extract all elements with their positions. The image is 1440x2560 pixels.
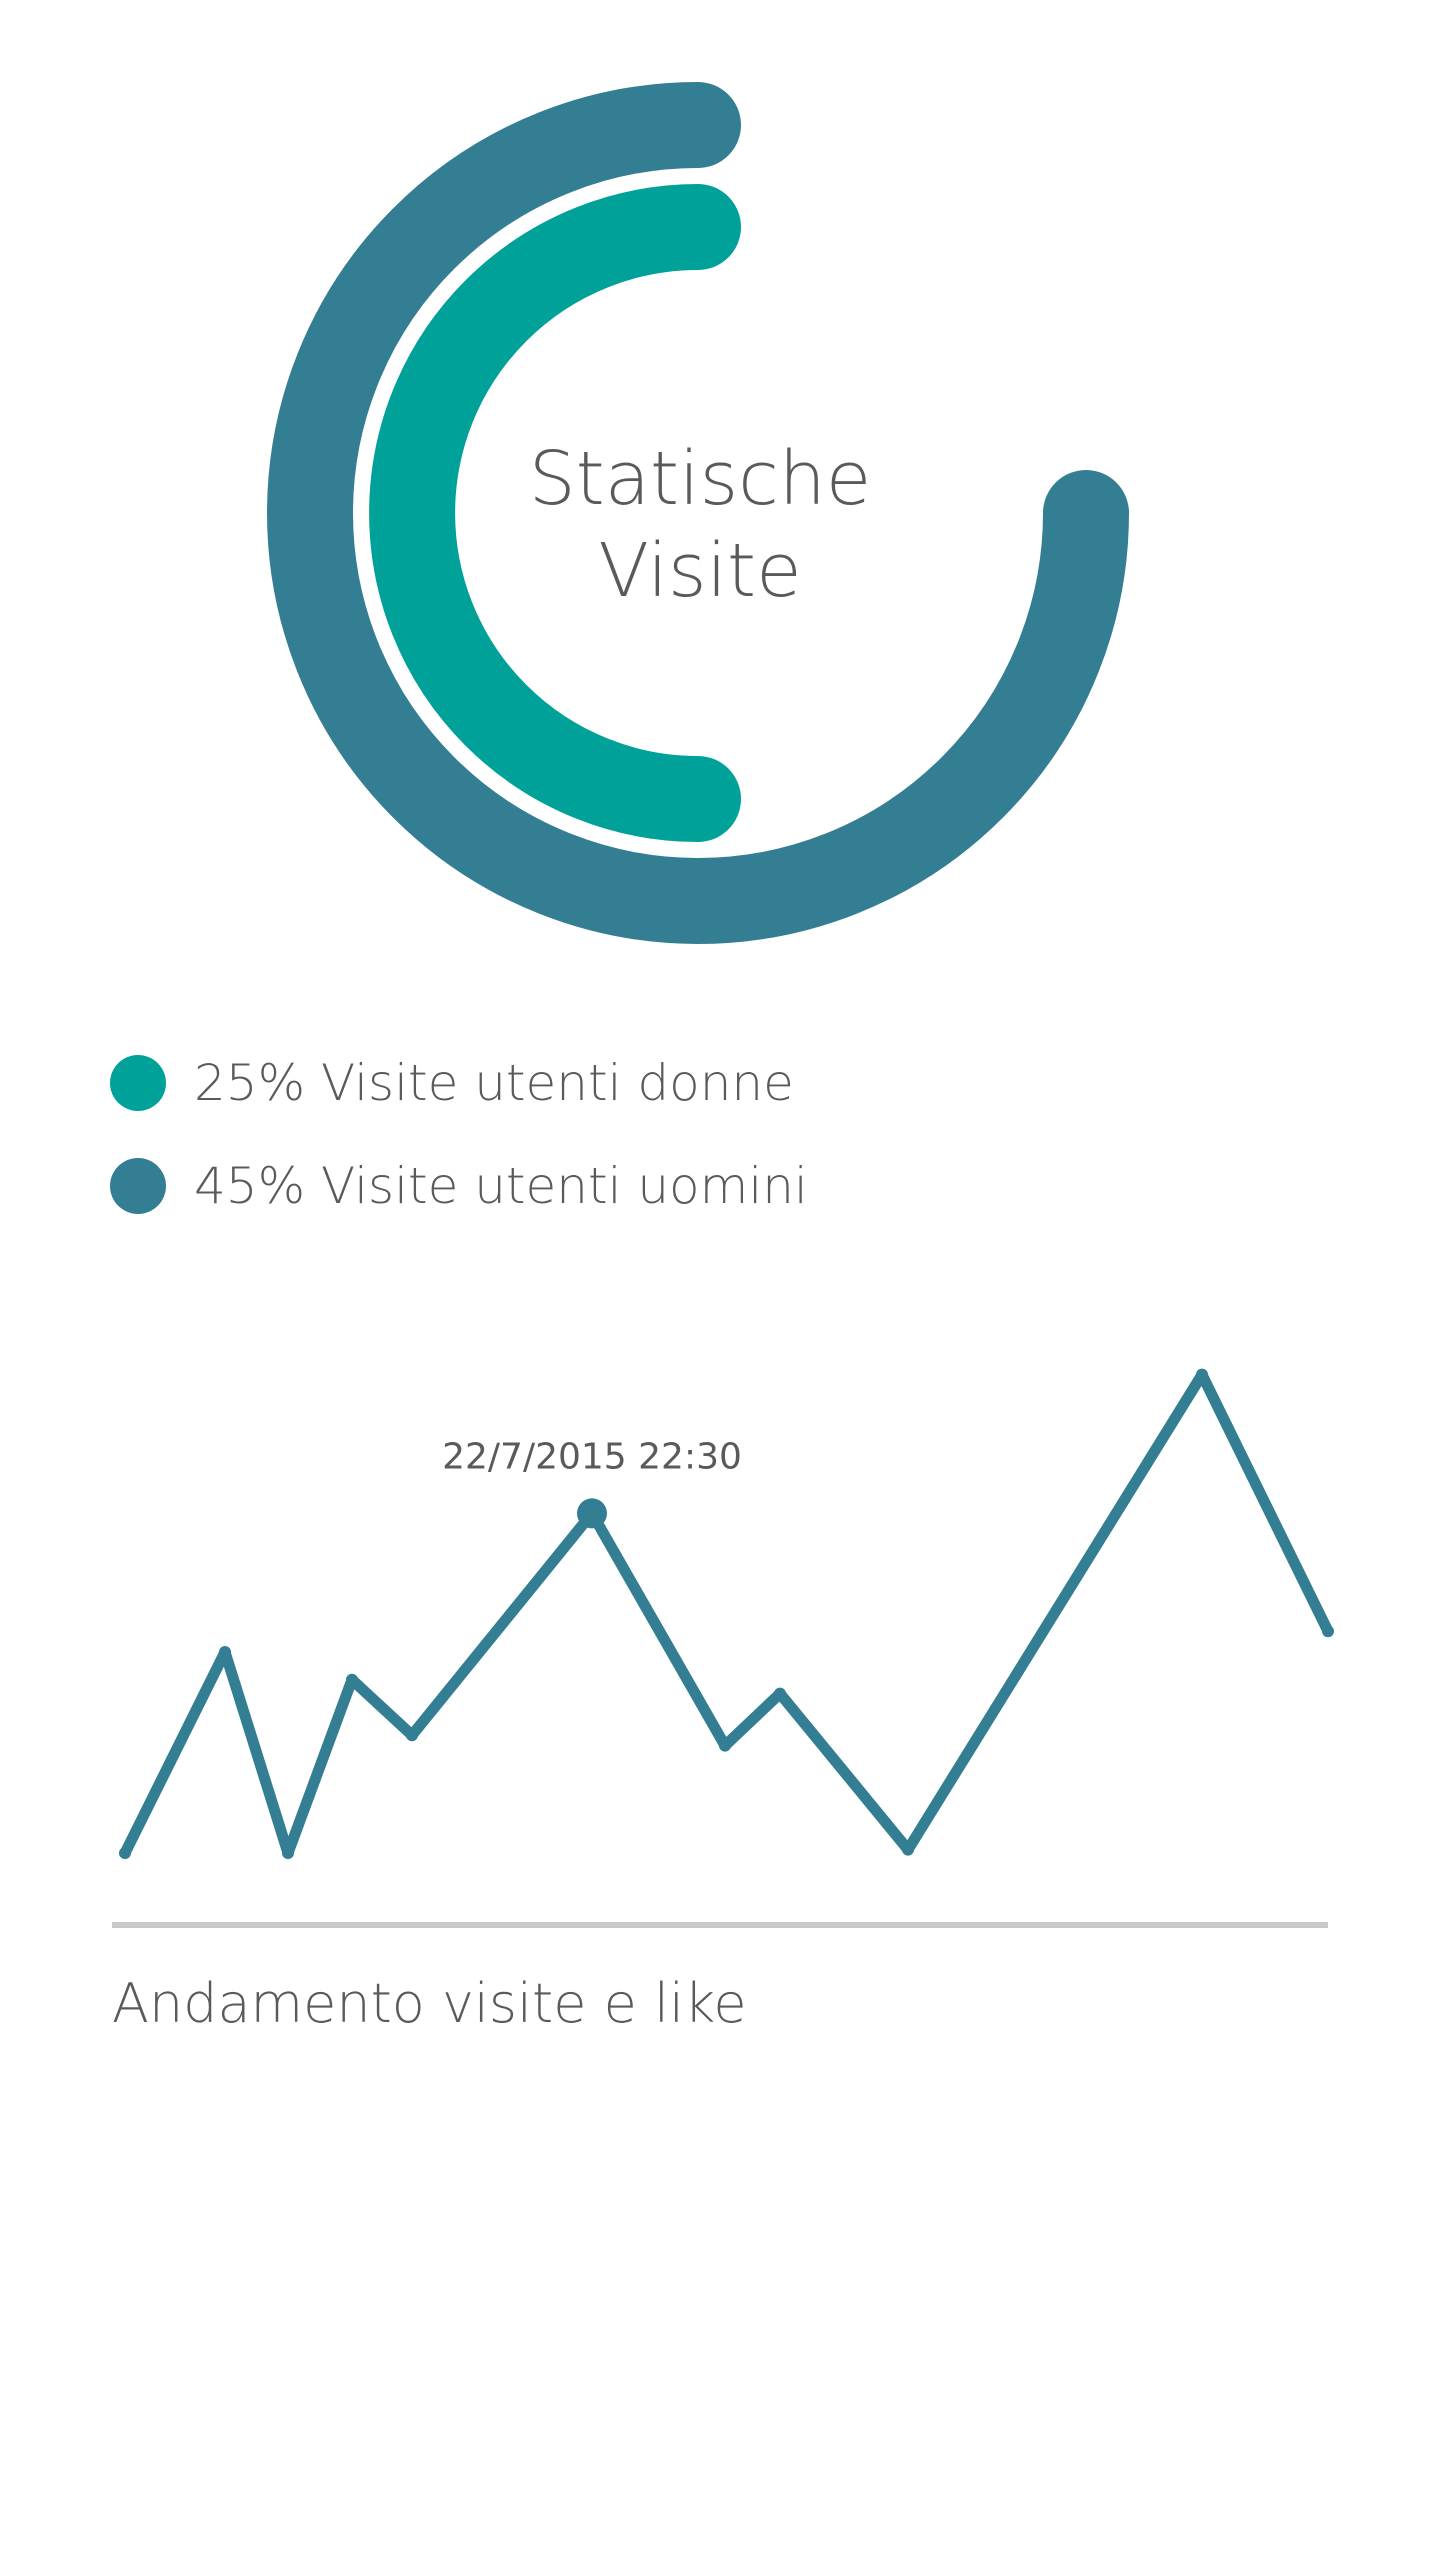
women-color-dot-icon [110,1055,166,1111]
data-point [406,1729,418,1742]
visits-line-chart: 22/7/2015 22:30 [112,1368,1334,1928]
legend-label-men: 45% Visite utenti uomini [194,1157,808,1215]
chart-title-line2: Visite [598,528,802,614]
data-point [719,1739,731,1752]
legend-label-women: 25% Visite utenti donne [194,1054,794,1112]
chart-title-line1: Statische [528,436,872,522]
data-point [346,1673,358,1686]
legend-item-men: 45% Visite utenti uomini [110,1156,808,1216]
men-color-dot-icon [110,1158,166,1214]
legend-item-women: 25% Visite utenti donne [110,1053,794,1113]
data-point [1322,1625,1334,1638]
data-point [282,1847,294,1860]
data-point [219,1646,231,1658]
line-chart-caption: Andamento visite e like [112,1972,747,2035]
data-point [902,1843,914,1856]
data-point [774,1687,786,1700]
data-point [119,1847,131,1860]
highlighted-data-point[interactable] [577,1498,607,1529]
data-point [1196,1368,1208,1381]
highlight-timestamp-label: 22/7/2015 22:30 [442,1436,742,1477]
